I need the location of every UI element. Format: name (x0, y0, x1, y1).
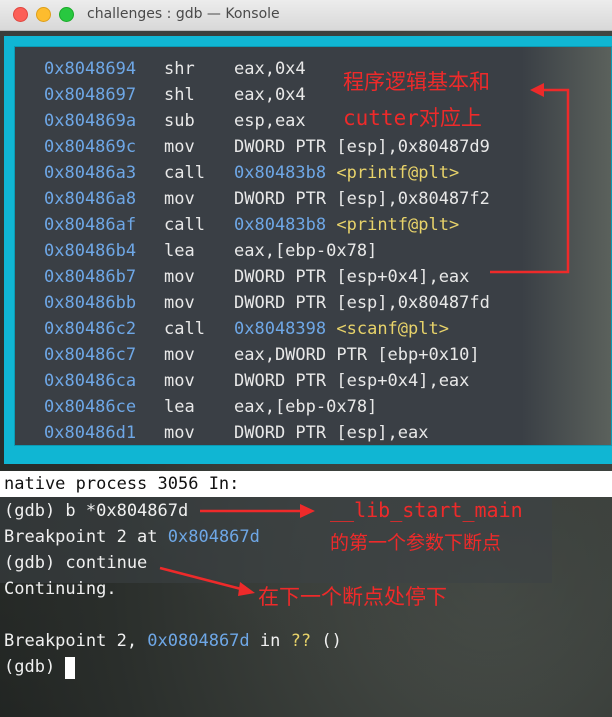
asm-mnemonic: mov (164, 345, 195, 365)
asm-operands: DWORD PTR [esp+0x4],eax (234, 371, 470, 391)
asm-operands: 0x80483b8 <printf@plt> (234, 160, 459, 186)
window-titlebar: challenges : gdb — Konsole (0, 0, 612, 31)
asm-operands: esp,eax (234, 111, 306, 131)
asm-address: 0x8048697 (44, 85, 137, 105)
asm-address: 0x804869a (44, 111, 137, 131)
asm-mnemonic: sub (164, 111, 195, 131)
annotation-note2-line2: 的第一个参数下断点 (330, 532, 502, 554)
annotation-note2-line1: __lib_start_main (330, 498, 523, 522)
asm-operands: 0x8048398 <scanf@plt> (234, 316, 449, 342)
asm-address: 0x80486b4 (44, 241, 137, 261)
asm-operands: eax,0x4 (234, 59, 306, 79)
console-prompt[interactable]: (gdb) (4, 654, 65, 680)
asm-mnemonic: lea (164, 397, 195, 417)
call-symbol: <scanf@plt> (336, 319, 449, 339)
asm-address: 0x8048694 (44, 59, 137, 79)
asm-mnemonic: call (164, 163, 205, 183)
asm-mnemonic: mov (164, 293, 195, 313)
asm-mnemonic: shl (164, 85, 195, 105)
window-title: challenges : gdb — Konsole (87, 6, 280, 22)
call-target: 0x80483b8 (234, 215, 327, 235)
asm-address: 0x80486b7 (44, 267, 137, 287)
asm-mnemonic: mov (164, 267, 195, 287)
annotation-note3: 在下一个断点处停下 (258, 585, 447, 609)
asm-mnemonic: mov (164, 189, 195, 209)
asm-address: 0x80486ce (44, 397, 137, 417)
bp-prefix: Breakpoint 2 at (4, 527, 168, 547)
console-line-continuing: Continuing. (4, 579, 117, 599)
asm-mnemonic: lea (164, 241, 195, 261)
hit-mid: in (249, 631, 291, 651)
hit-suffix: () (311, 631, 342, 651)
asm-operands: DWORD PTR [esp],eax (234, 423, 429, 443)
hit-address: 0x0804867d (147, 631, 250, 651)
hit-func: ?? (290, 631, 312, 651)
bp-address: 0x804867d (167, 527, 260, 547)
console-line-hit: Breakpoint 2, 0x0804867d in ?? () (4, 628, 342, 654)
asm-mnemonic: mov (164, 137, 195, 157)
call-target: 0x8048398 (234, 319, 327, 339)
asm-address: 0x80486c7 (44, 345, 137, 365)
asm-operands: eax,[ebp-0x78] (234, 397, 378, 417)
asm-address: 0x80486ca (44, 371, 137, 391)
asm-address: 0x80486af (44, 215, 137, 235)
asm-operands: eax,DWORD PTR [ebp+0x10] (234, 345, 480, 365)
asm-operands: DWORD PTR [esp],0x80487d9 (234, 137, 490, 157)
hit-prefix: Breakpoint 2, (4, 631, 148, 651)
terminal-cursor (65, 657, 75, 679)
console-line-cmd1: (gdb) b *0x804867d (4, 501, 189, 521)
annotation-note1-line2: cutter对应上 (343, 106, 482, 130)
asm-mnemonic: mov (164, 423, 195, 443)
asm-mnemonic: call (164, 319, 205, 339)
asm-operands: DWORD PTR [esp],0x80487f2 (234, 189, 490, 209)
asm-operands: eax,0x4 (234, 85, 306, 105)
asm-address: 0x80486a8 (44, 189, 137, 209)
asm-address: 0x80486a3 (44, 163, 137, 183)
asm-address: 0x80486bb (44, 293, 137, 313)
asm-operands: eax,[ebp-0x78] (234, 241, 378, 261)
maximize-window-button[interactable] (59, 7, 74, 22)
asm-address: 0x80486c2 (44, 319, 137, 339)
asm-address: 0x804869c (44, 137, 137, 157)
annotation-note1-line1: 程序逻辑基本和 (343, 70, 490, 94)
asm-operands: DWORD PTR [esp],0x80487fd (234, 293, 490, 313)
tui-status-bar: native process 3056 In: (0, 471, 612, 497)
asm-mnemonic: call (164, 215, 205, 235)
asm-address: 0x80486d1 (44, 423, 137, 443)
call-symbol: <printf@plt> (336, 163, 460, 183)
call-symbol: <printf@plt> (336, 215, 460, 235)
asm-mnemonic: mov (164, 371, 195, 391)
minimize-window-button[interactable] (36, 7, 51, 22)
status-text: native process 3056 In: (4, 474, 240, 494)
console-line-cmd2: (gdb) continue (4, 553, 148, 573)
asm-operands: DWORD PTR [esp+0x4],eax (234, 267, 470, 287)
close-window-button[interactable] (13, 7, 28, 22)
console-line-breakpoint: Breakpoint 2 at 0x804867d (4, 524, 260, 550)
asm-operands: 0x80483b8 <printf@plt> (234, 212, 459, 238)
call-target: 0x80483b8 (234, 163, 327, 183)
asm-mnemonic: shr (164, 59, 195, 79)
